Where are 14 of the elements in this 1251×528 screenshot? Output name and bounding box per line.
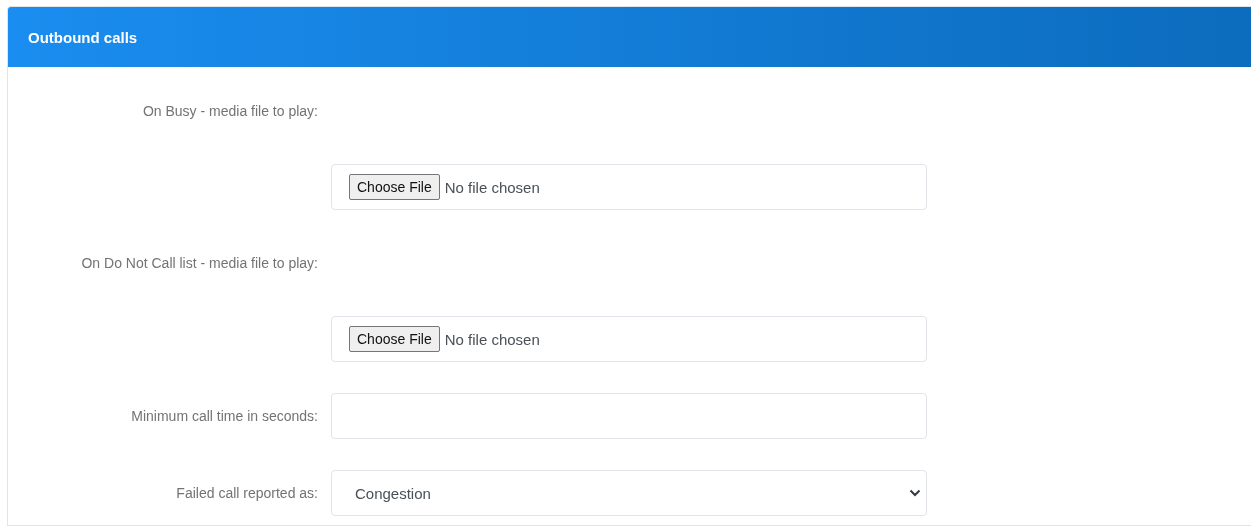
chevron-down-icon: [909, 489, 921, 497]
field-label: On Do Not Call list - media file to play:: [80, 254, 318, 273]
file-status: No file chosen: [444, 178, 540, 196]
dropdown[interactable]: Congestion: [331, 470, 927, 516]
field-label: Minimum call time in seconds:: [130, 408, 318, 424]
file-field[interactable]: Choose File No file chosen: [331, 316, 927, 362]
panel-title: Outbound calls: [28, 28, 138, 46]
file-field[interactable]: Choose File No file chosen: [331, 164, 927, 210]
file-status: No file chosen: [444, 330, 540, 348]
field-label: On Busy - media file to play:: [141, 102, 318, 121]
choose-file-button[interactable]: Choose File: [349, 326, 440, 352]
field-label: Failed call reported as:: [175, 485, 318, 501]
choose-file-button[interactable]: Choose File: [349, 174, 440, 200]
input-field[interactable]: [331, 393, 927, 439]
